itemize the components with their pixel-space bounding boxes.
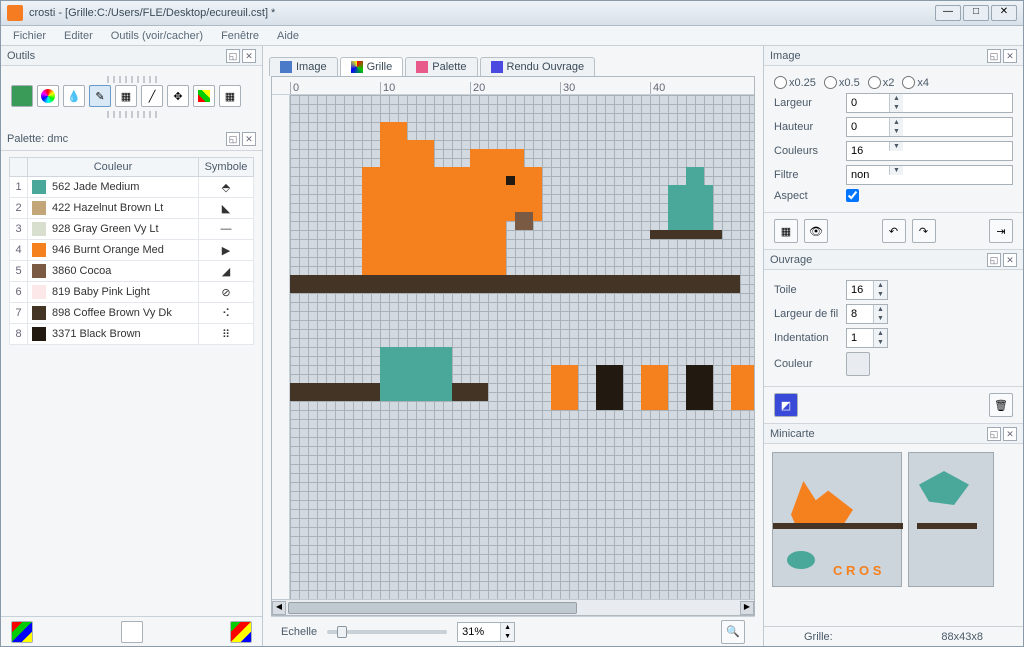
eyedropper-tool[interactable]: 💧 — [63, 85, 85, 107]
minimize-button[interactable]: — — [935, 5, 961, 21]
filter-combo[interactable]: ▼ — [846, 165, 1013, 185]
palette-title: Palette: dmc — [7, 133, 68, 145]
zoom-slider[interactable] — [327, 630, 447, 634]
palette-table: CouleurSymbole 1562 Jade Medium⬘2422 Haz… — [9, 157, 254, 345]
zoom-radios[interactable]: x0.25 x0.5 x2 x4 — [774, 76, 1013, 89]
apply-icon[interactable]: ⇥ — [989, 219, 1013, 243]
palette-row[interactable]: 83371 Black Brown⠿ — [10, 324, 254, 345]
menu-edit[interactable]: Editer — [56, 28, 101, 44]
tab-rendu[interactable]: Rendu Ouvrage — [480, 57, 596, 76]
close-icon[interactable]: ✕ — [1003, 427, 1017, 441]
ruler-vertical — [272, 95, 290, 599]
scrollbar-horizontal[interactable]: ◀▶ — [272, 599, 754, 615]
line-tool[interactable]: ╱ — [141, 85, 163, 107]
palette-row[interactable]: 7898 Coffee Brown Vy Dk⠪ — [10, 303, 254, 324]
palette-icon — [416, 61, 428, 73]
grid-tool[interactable]: ▦ — [219, 85, 241, 107]
thread-spinner[interactable]: ▲▼ — [846, 304, 888, 324]
color-swatch[interactable] — [846, 352, 870, 376]
menu-window[interactable]: Fenêtre — [213, 28, 267, 44]
ouvrage-title: Ouvrage — [770, 254, 812, 266]
ruler-horizontal: 010203040 — [272, 77, 754, 95]
close-button[interactable]: ✕ — [991, 5, 1017, 21]
minimap-alt[interactable] — [908, 452, 994, 587]
status-grille: Grille: — [804, 631, 833, 643]
close-panel-icon[interactable]: ✕ — [242, 132, 256, 146]
col-couleur[interactable]: Couleur — [28, 158, 199, 177]
grip-handle — [107, 76, 157, 83]
corner-tool-b[interactable] — [121, 621, 143, 643]
grid-toggle-icon[interactable]: ▦ — [774, 219, 798, 243]
status-dims: 88x43x8 — [941, 631, 983, 643]
palette-row[interactable]: 1562 Jade Medium⬘ — [10, 177, 254, 198]
window-title: crosti - [Grille:C:/Users/FLE/Desktop/ec… — [29, 7, 935, 19]
colors-combo[interactable]: ▼ — [846, 141, 1013, 161]
pencil-tool[interactable]: ✎ — [89, 85, 111, 107]
move-tool[interactable]: ✥ — [167, 85, 189, 107]
palette-row[interactable]: 6819 Baby Pink Light⊘ — [10, 282, 254, 303]
float-icon[interactable]: ◱ — [226, 132, 240, 146]
outils-title: Outils — [7, 50, 35, 62]
render-icon — [491, 61, 503, 73]
color-wheel-tool[interactable] — [37, 85, 59, 107]
preview-icon[interactable]: ◩ — [774, 393, 798, 417]
app-icon — [7, 5, 23, 21]
palette-row[interactable]: 4946 Burnt Orange Med▶ — [10, 240, 254, 261]
image-panel-title: Image — [770, 50, 801, 62]
float-icon[interactable]: ◱ — [987, 49, 1001, 63]
undo-icon[interactable]: ↶ — [882, 219, 906, 243]
redo-icon[interactable]: ↷ — [912, 219, 936, 243]
delete-icon[interactable]: 🗑 — [989, 393, 1013, 417]
close-icon[interactable]: ✕ — [1003, 49, 1017, 63]
menu-file[interactable]: Fichier — [5, 28, 54, 44]
eye-icon[interactable]: 👁 — [804, 219, 828, 243]
select-tool[interactable]: ▦ — [115, 85, 137, 107]
palette-row[interactable]: 53860 Cocoa◢ — [10, 261, 254, 282]
indent-spinner[interactable]: ▲▼ — [846, 328, 888, 348]
tab-grille[interactable]: Grille — [340, 57, 404, 76]
fill-tool[interactable] — [11, 85, 33, 107]
toile-spinner[interactable]: ▲▼ — [846, 280, 888, 300]
aspect-checkbox[interactable] — [846, 189, 859, 202]
stitch-grid[interactable] — [290, 95, 754, 599]
minicarte-title: Minicarte — [770, 428, 815, 440]
image-icon — [280, 61, 292, 73]
menu-help[interactable]: Aide — [269, 28, 307, 44]
close-icon[interactable]: ✕ — [1003, 253, 1017, 267]
close-panel-icon[interactable]: ✕ — [242, 49, 256, 63]
float-icon[interactable]: ◱ — [226, 49, 240, 63]
corner-tool-c[interactable] — [230, 621, 252, 643]
palette-row[interactable]: 2422 Hazelnut Brown Lt◣ — [10, 198, 254, 219]
corner-tool-a[interactable] — [11, 621, 33, 643]
palette-row[interactable]: 3928 Gray Green Vy Lt— — [10, 219, 254, 240]
magnifier-icon[interactable]: 🔍 — [721, 620, 745, 644]
float-icon[interactable]: ◱ — [987, 427, 1001, 441]
height-spinner[interactable]: ▲▼ — [846, 117, 1013, 137]
col-symbole[interactable]: Symbole — [199, 158, 254, 177]
zoom-label: Echelle — [281, 626, 317, 638]
grid-icon — [351, 61, 363, 73]
minimap-main[interactable]: C R O S — [772, 452, 902, 587]
maximize-button[interactable]: □ — [963, 5, 989, 21]
grip-handle — [107, 111, 157, 118]
tab-palette[interactable]: Palette — [405, 57, 477, 76]
layers-tool[interactable] — [193, 85, 215, 107]
width-spinner[interactable]: ▲▼ — [846, 93, 1013, 113]
float-icon[interactable]: ◱ — [987, 253, 1001, 267]
menu-tools[interactable]: Outils (voir/cacher) — [103, 28, 211, 44]
zoom-spinner[interactable]: ▲▼ — [457, 622, 515, 642]
tab-image[interactable]: Image — [269, 57, 338, 76]
